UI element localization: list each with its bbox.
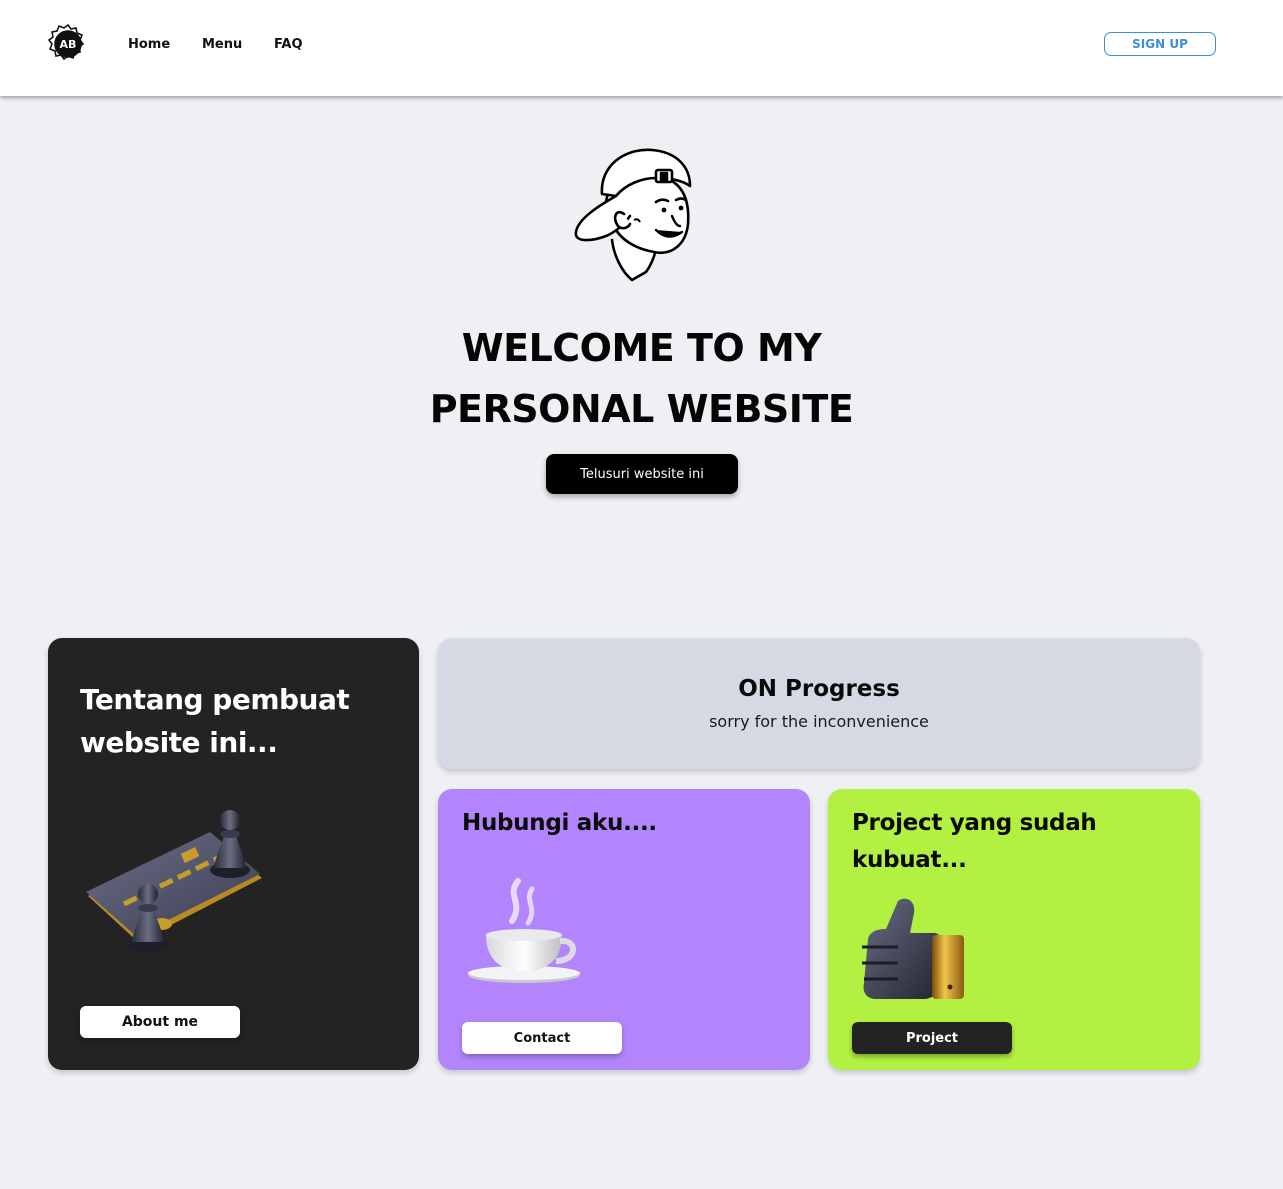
project-card: Project yang sudah kubuat... Project: [828, 789, 1200, 1070]
about-card-title: Tentang pembuat website ini...: [80, 683, 350, 759]
about-card: Tentang pembuat website ini... About me: [48, 638, 419, 1070]
nav-link-home[interactable]: Home: [128, 37, 170, 52]
contact-card-title: Hubungi aku....: [462, 810, 657, 836]
coffee-cup-icon: [468, 878, 580, 983]
nav-link-faq[interactable]: FAQ: [274, 37, 303, 52]
progress-title: ON Progress: [738, 676, 900, 702]
hero-title: WELCOME TO MY PERSONAL WEBSITE: [340, 318, 943, 440]
contact-card: Hubungi aku.... Contact: [438, 789, 810, 1070]
navbar: AB Home Menu FAQ SIGN UP: [0, 0, 1283, 96]
progress-subtitle: sorry for the inconvenience: [709, 712, 929, 731]
nav-link-menu[interactable]: Menu: [202, 37, 242, 52]
explore-website-button[interactable]: Telusuri website ini: [546, 454, 738, 494]
project-button[interactable]: Project: [852, 1022, 1012, 1054]
logo-icon[interactable]: AB: [47, 23, 89, 65]
hero-title-line-2: PERSONAL WEBSITE: [429, 387, 854, 431]
chess-card-icon: [86, 810, 262, 952]
contact-button[interactable]: Contact: [462, 1022, 622, 1054]
thumbs-up-icon: [862, 898, 964, 999]
avatar-illustration: [574, 148, 692, 282]
about-me-button[interactable]: About me: [80, 1006, 240, 1038]
hero-title-line-1: WELCOME TO MY: [461, 326, 822, 370]
project-card-title: Project yang sudah kubuat...: [852, 810, 1097, 873]
sign-up-button[interactable]: SIGN UP: [1104, 32, 1216, 56]
svg-text:AB: AB: [60, 38, 77, 51]
progress-card: ON Progress sorry for the inconvenience: [438, 638, 1200, 769]
